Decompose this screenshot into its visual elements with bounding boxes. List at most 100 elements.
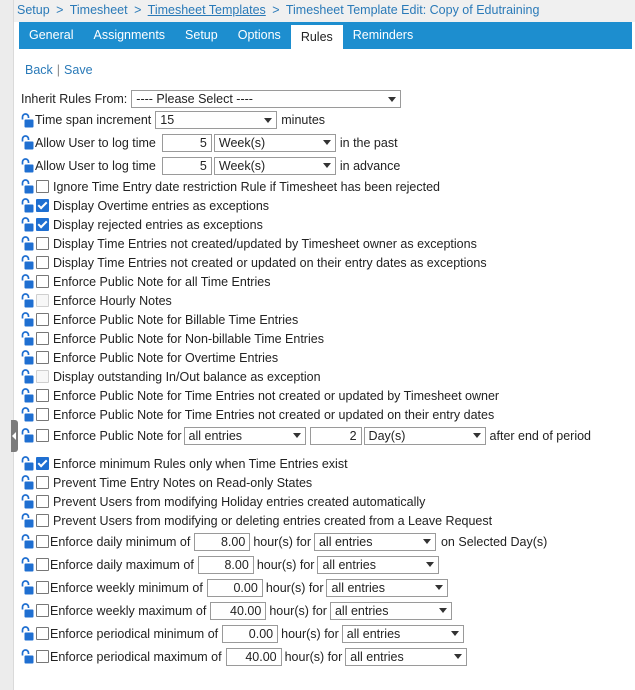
lock-icon[interactable] bbox=[21, 312, 34, 327]
rule-row: Display Time Entries not created/updated… bbox=[21, 234, 635, 253]
limit-hours-input[interactable]: 40.00 bbox=[210, 601, 267, 620]
limit-entries-select[interactable]: all entries bbox=[326, 578, 449, 597]
period-note-label: Enforce Public Note for bbox=[53, 428, 182, 443]
lock-icon[interactable] bbox=[21, 350, 34, 365]
lock-icon[interactable] bbox=[21, 369, 34, 384]
lock-icon[interactable] bbox=[21, 255, 34, 270]
chevron-down-icon bbox=[388, 96, 397, 102]
inherit-select[interactable]: ---- Please Select ---- bbox=[131, 90, 402, 108]
period-note-entries-select[interactable]: all entries bbox=[183, 426, 306, 445]
limit-hours-input[interactable]: 0.00 bbox=[206, 578, 263, 597]
period-note-row: Enforce Public Note for all entries 2 Da… bbox=[21, 424, 635, 447]
limit-entries-select[interactable]: all entries bbox=[341, 624, 464, 643]
rule-label: Prevent Time Entry Notes on Read-only St… bbox=[53, 475, 313, 490]
enforce-weekly-maximum-of-checkbox[interactable] bbox=[36, 604, 49, 617]
limit-entries-value: all entries bbox=[322, 557, 376, 572]
lock-icon[interactable] bbox=[21, 293, 34, 308]
enforce-public-note-for-time-entries-not-created-checkbox[interactable] bbox=[36, 408, 49, 421]
enforce-public-note-for-overtime-entries-checkbox[interactable] bbox=[36, 351, 49, 364]
enforce-public-note-for-billable-time-entries-checkbox[interactable] bbox=[36, 313, 49, 326]
display-time-entries-not-created-updated-by-time-checkbox[interactable] bbox=[36, 237, 49, 250]
limit-mid-label: hour(s) for bbox=[281, 626, 339, 641]
limit-hours-input[interactable]: 8.00 bbox=[194, 532, 251, 551]
enforce-daily-maximum-of-checkbox[interactable] bbox=[36, 558, 49, 571]
tab-assignments[interactable]: Assignments bbox=[83, 22, 175, 49]
lock-icon[interactable] bbox=[21, 456, 34, 471]
tab-rules[interactable]: Rules bbox=[290, 25, 343, 49]
lock-icon[interactable] bbox=[21, 135, 34, 150]
lock-icon[interactable] bbox=[21, 198, 34, 213]
log-advance-input[interactable]: 5 bbox=[161, 156, 212, 175]
enforce-periodical-minimum-of-checkbox[interactable] bbox=[36, 627, 49, 640]
save-link[interactable]: Save bbox=[64, 63, 93, 77]
lock-icon[interactable] bbox=[21, 428, 34, 443]
period-note-checkbox[interactable] bbox=[36, 429, 49, 442]
tab-options[interactable]: Options bbox=[228, 22, 291, 49]
lock-icon[interactable] bbox=[21, 534, 34, 549]
limit-entries-select[interactable]: all entries bbox=[345, 647, 468, 666]
limit-hours-input[interactable]: 8.00 bbox=[197, 555, 254, 574]
action-links: Back | Save bbox=[14, 49, 635, 85]
lock-icon[interactable] bbox=[21, 331, 34, 346]
enforce-minimum-rules-only-when-time-entries-exi-checkbox[interactable] bbox=[36, 457, 49, 470]
lock-icon[interactable] bbox=[21, 603, 34, 618]
display-time-entries-not-created-or-updated-on-t-checkbox[interactable] bbox=[36, 256, 49, 269]
breadcrumb-setup[interactable]: Setup bbox=[17, 3, 50, 17]
rule-row: Prevent Users from modifying or deleting… bbox=[21, 511, 635, 530]
log-past-input[interactable]: 5 bbox=[161, 133, 212, 152]
lock-icon[interactable] bbox=[21, 236, 34, 251]
lock-icon[interactable] bbox=[21, 217, 34, 232]
prevent-users-from-modifying-or-deleting-entries-checkbox[interactable] bbox=[36, 514, 49, 527]
log-advance-unit-select[interactable]: Week(s) bbox=[213, 156, 336, 175]
rule-label: Display outstanding In/Out balance as ex… bbox=[53, 369, 321, 384]
limit-entries-select[interactable]: all entries bbox=[329, 601, 452, 620]
enforce-periodical-maximum-of-checkbox[interactable] bbox=[36, 650, 49, 663]
display-overtime-entries-as-exceptions-checkbox[interactable] bbox=[36, 199, 49, 212]
lock-icon[interactable] bbox=[21, 475, 34, 490]
breadcrumb-timesheet[interactable]: Timesheet bbox=[70, 3, 128, 17]
limit-label: Enforce weekly minimum of bbox=[50, 580, 203, 595]
lock-icon[interactable] bbox=[21, 179, 34, 194]
lock-icon[interactable] bbox=[21, 649, 34, 664]
rule-row: Display rejected entries as exceptions bbox=[21, 215, 635, 234]
rule-row: Display outstanding In/Out balance as ex… bbox=[21, 367, 635, 386]
timespan-select[interactable]: 15 bbox=[155, 111, 278, 129]
breadcrumb-separator: > bbox=[272, 3, 280, 17]
enforce-weekly-minimum-of-checkbox[interactable] bbox=[36, 581, 49, 594]
tab-reminders[interactable]: Reminders bbox=[343, 22, 423, 49]
limit-hours-input[interactable]: 40.00 bbox=[225, 647, 282, 666]
prevent-time-entry-notes-on-read-only-states-checkbox[interactable] bbox=[36, 476, 49, 489]
enforce-daily-minimum-of-checkbox[interactable] bbox=[36, 535, 49, 548]
enforce-public-note-for-time-entries-not-created-checkbox[interactable] bbox=[36, 389, 49, 402]
prevent-users-from-modifying-holiday-entries-cre-checkbox[interactable] bbox=[36, 495, 49, 508]
lock-icon[interactable] bbox=[21, 112, 34, 128]
lock-icon[interactable] bbox=[21, 494, 34, 509]
limit-entries-select[interactable]: all entries bbox=[317, 555, 440, 574]
back-link[interactable]: Back bbox=[25, 63, 53, 77]
limit-suffix: on Selected Day(s) bbox=[440, 534, 548, 549]
ignore-time-entry-date-restriction-rule-if-times-checkbox[interactable] bbox=[36, 180, 49, 193]
timespan-label: Time span increment bbox=[35, 113, 152, 127]
tab-setup[interactable]: Setup bbox=[175, 22, 228, 49]
enforce-public-note-for-non-billable-time-entrie-checkbox[interactable] bbox=[36, 332, 49, 345]
period-note-unit-select[interactable]: Day(s) bbox=[363, 426, 486, 445]
lock-icon[interactable] bbox=[21, 388, 34, 403]
limit-hours-input[interactable]: 0.00 bbox=[222, 624, 279, 643]
inherit-select-value: ---- Please Select ---- bbox=[136, 92, 253, 106]
lock-icon[interactable] bbox=[21, 407, 34, 422]
lock-icon[interactable] bbox=[21, 580, 34, 595]
log-past-unit-select[interactable]: Week(s) bbox=[213, 133, 336, 152]
lock-icon[interactable] bbox=[21, 274, 34, 289]
tab-general[interactable]: General bbox=[19, 22, 83, 49]
breadcrumb-current: Timesheet Template Edit: Copy of Edutrai… bbox=[285, 3, 540, 17]
period-note-input[interactable]: 2 bbox=[309, 426, 362, 445]
enforce-public-note-for-all-time-entries-checkbox[interactable] bbox=[36, 275, 49, 288]
lock-icon[interactable] bbox=[21, 513, 34, 528]
lock-icon[interactable] bbox=[21, 158, 34, 173]
display-rejected-entries-as-exceptions-checkbox[interactable] bbox=[36, 218, 49, 231]
limit-entries-select[interactable]: all entries bbox=[313, 532, 436, 551]
breadcrumb-timesheet-templates[interactable]: Timesheet Templates bbox=[148, 3, 266, 17]
rule-row: Enforce Public Note for all Time Entries bbox=[21, 272, 635, 291]
lock-icon[interactable] bbox=[21, 557, 34, 572]
lock-icon[interactable] bbox=[21, 626, 34, 641]
